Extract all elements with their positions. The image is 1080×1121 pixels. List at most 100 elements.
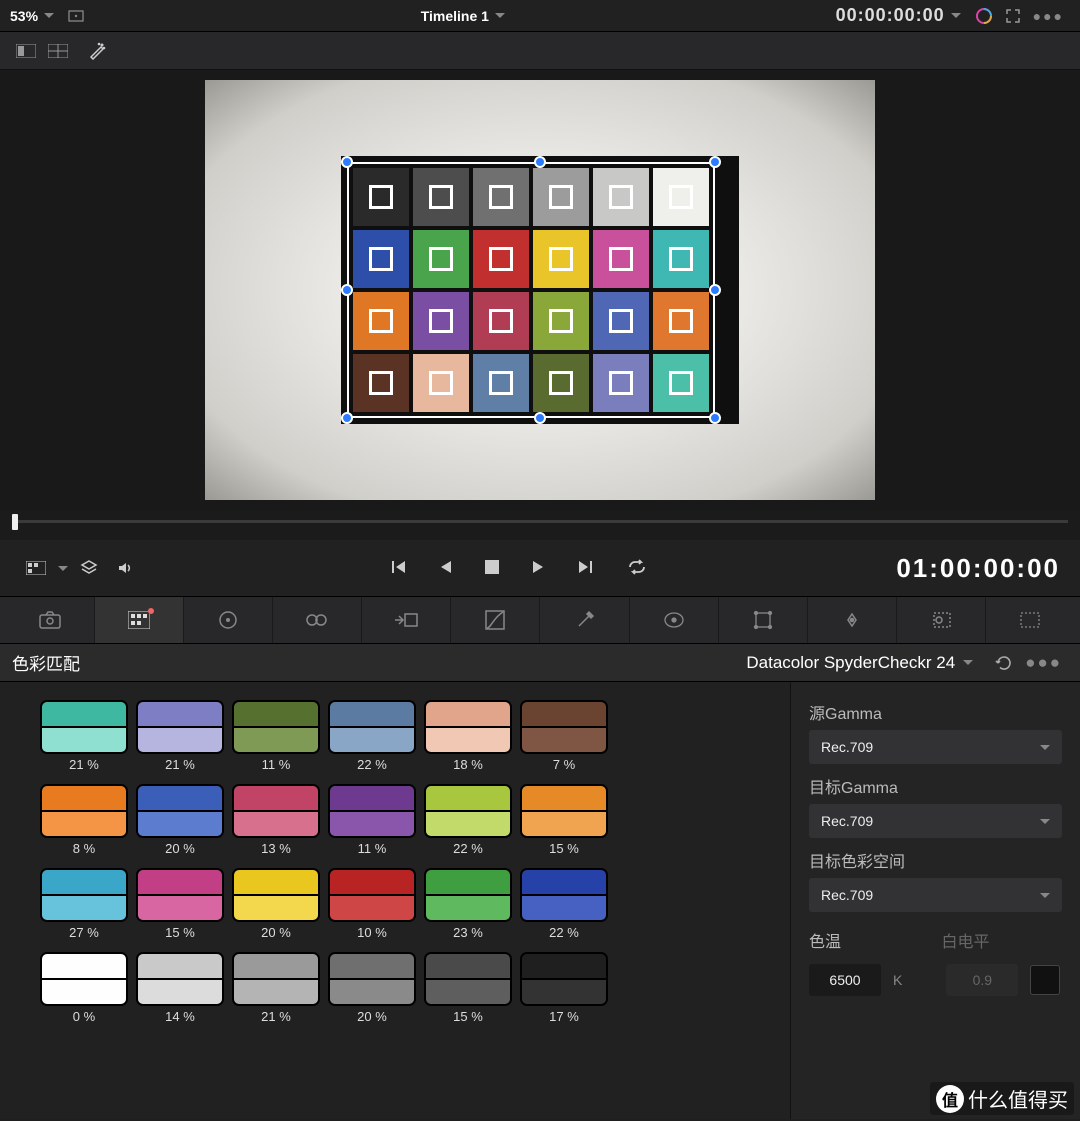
source-gamma-label: 源Gamma: [809, 700, 1062, 724]
color-swatch[interactable]: 27 %: [40, 868, 128, 946]
palette-window[interactable]: [719, 597, 808, 643]
palette-curves[interactable]: [451, 597, 540, 643]
swatch-percent: 21 %: [136, 757, 224, 772]
viewer[interactable]: [0, 70, 1080, 510]
palette-qualifier[interactable]: [630, 597, 719, 643]
color-swatch[interactable]: 11 %: [328, 784, 416, 862]
color-swatch[interactable]: 15 %: [424, 952, 512, 1030]
playhead[interactable]: [12, 514, 18, 530]
overlay-handle[interactable]: [534, 412, 546, 424]
viewer-top-bar: 53% Timeline 1 00:00:00:00 ●●●: [0, 0, 1080, 32]
swatch-percent: 20 %: [328, 1009, 416, 1024]
swatch-percent: 21 %: [40, 757, 128, 772]
transport-bar: 01:00:00:00: [0, 540, 1080, 596]
white-level-colorwell: [1030, 965, 1060, 995]
color-swatch[interactable]: 23 %: [424, 868, 512, 946]
chart-patch: [473, 230, 529, 288]
chart-preset-name[interactable]: Datacolor SpyderCheckr 24: [746, 653, 955, 673]
palette-tracker[interactable]: [808, 597, 897, 643]
stop-button[interactable]: [485, 560, 499, 577]
color-temp-field[interactable]: 6500: [809, 964, 881, 996]
color-swatch[interactable]: 18 %: [424, 700, 512, 778]
overlay-handle[interactable]: [341, 284, 353, 296]
timecode-chevron-icon[interactable]: [951, 13, 961, 18]
overlay-handle[interactable]: [709, 412, 721, 424]
color-swatch[interactable]: 14 %: [136, 952, 224, 1030]
magic-wand-icon[interactable]: [88, 42, 106, 60]
swatch-area: 21 %21 %11 %22 %18 %7 %8 %20 %13 %11 %22…: [0, 682, 790, 1119]
target-colorspace-dropdown[interactable]: Rec.709: [809, 878, 1062, 912]
single-view-icon[interactable]: [16, 44, 36, 58]
color-swatch[interactable]: 13 %: [232, 784, 320, 862]
overlay-handle[interactable]: [534, 156, 546, 168]
display-mode-icon[interactable]: [26, 561, 46, 575]
target-gamma-dropdown[interactable]: Rec.709: [809, 804, 1062, 838]
palette-camera-raw[interactable]: [6, 597, 95, 643]
color-swatch[interactable]: 10 %: [328, 868, 416, 946]
color-swatch[interactable]: 20 %: [136, 784, 224, 862]
more-icon[interactable]: ●●●: [1033, 8, 1064, 24]
color-swatch[interactable]: 7 %: [520, 700, 608, 778]
swatch-percent: 10 %: [328, 925, 416, 940]
color-swatch[interactable]: 22 %: [328, 700, 416, 778]
grid-view-icon[interactable]: [48, 44, 68, 58]
transport-timecode[interactable]: 01:00:00:00: [896, 553, 1060, 584]
palette-color-match[interactable]: [95, 597, 184, 643]
color-swatch[interactable]: 11 %: [232, 700, 320, 778]
timeline-chevron-icon[interactable]: [495, 13, 505, 18]
palette-magic-mask[interactable]: [897, 597, 986, 643]
audio-icon[interactable]: [116, 559, 134, 577]
overlay-handle[interactable]: [341, 412, 353, 424]
temp-unit: K: [893, 972, 902, 988]
first-frame-button[interactable]: [389, 558, 407, 579]
source-gamma-dropdown[interactable]: Rec.709: [809, 730, 1062, 764]
color-swatch[interactable]: 22 %: [520, 868, 608, 946]
zoom-chevron-icon[interactable]: [44, 13, 54, 18]
last-frame-button[interactable]: [577, 558, 595, 579]
color-swatch[interactable]: 0 %: [40, 952, 128, 1030]
overlay-handle[interactable]: [709, 284, 721, 296]
chart-patch: [413, 230, 469, 288]
panel-more-icon[interactable]: ●●●: [1025, 653, 1062, 673]
chart-patch: [593, 168, 649, 226]
color-swatch[interactable]: 21 %: [136, 700, 224, 778]
loop-button[interactable]: [627, 559, 647, 578]
color-swatch[interactable]: 20 %: [232, 868, 320, 946]
chart-patch: [593, 354, 649, 412]
scrub-bar[interactable]: [0, 510, 1080, 540]
color-swatch[interactable]: 15 %: [520, 784, 608, 862]
palette-color-wheels[interactable]: [184, 597, 273, 643]
chart-patch: [473, 354, 529, 412]
chart-patch: [653, 230, 709, 288]
chart-patch: [653, 354, 709, 412]
swatch-percent: 18 %: [424, 757, 512, 772]
color-swatch[interactable]: 21 %: [40, 700, 128, 778]
panel-header: 色彩匹配 Datacolor SpyderCheckr 24 ●●●: [0, 644, 1080, 682]
expand-icon[interactable]: [1005, 8, 1021, 24]
header-timecode[interactable]: 00:00:00:00: [836, 5, 945, 26]
overlay-handle[interactable]: [341, 156, 353, 168]
color-wheel-icon[interactable]: [975, 7, 993, 25]
color-swatch[interactable]: 17 %: [520, 952, 608, 1030]
safe-area-icon[interactable]: [68, 10, 84, 22]
zoom-level[interactable]: 53%: [10, 8, 38, 24]
color-swatch[interactable]: 15 %: [136, 868, 224, 946]
prev-frame-button[interactable]: [439, 559, 453, 578]
palette-rgb-mixer[interactable]: [362, 597, 451, 643]
color-swatch[interactable]: 21 %: [232, 952, 320, 1030]
chart-preset-chevron-icon[interactable]: [963, 660, 973, 665]
display-mode-chevron-icon[interactable]: [58, 566, 68, 571]
palette-color-warper[interactable]: [540, 597, 629, 643]
reset-icon[interactable]: [995, 654, 1013, 672]
color-swatch[interactable]: 8 %: [40, 784, 128, 862]
play-button[interactable]: [531, 559, 545, 578]
overlay-handle[interactable]: [709, 156, 721, 168]
color-swatch[interactable]: 20 %: [328, 952, 416, 1030]
chart-patch: [653, 292, 709, 350]
swatch-percent: 27 %: [40, 925, 128, 940]
palette-hdr-wheels[interactable]: [273, 597, 362, 643]
layers-icon[interactable]: [80, 559, 98, 577]
palette-blur[interactable]: [986, 597, 1074, 643]
timeline-title[interactable]: Timeline 1: [421, 8, 489, 24]
color-swatch[interactable]: 22 %: [424, 784, 512, 862]
